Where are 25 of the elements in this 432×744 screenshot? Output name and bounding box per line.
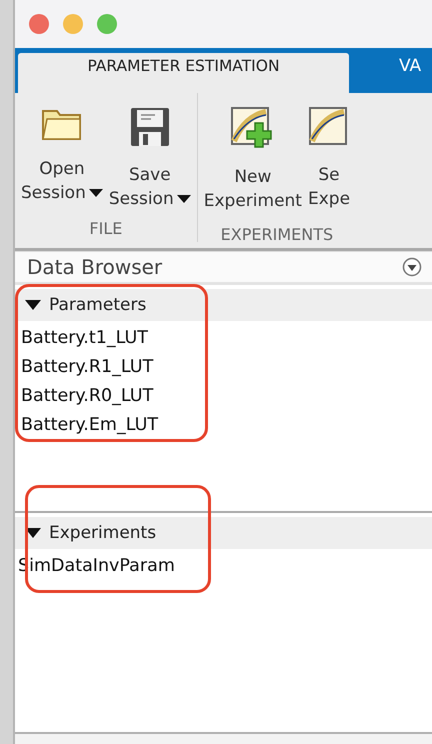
section-header[interactable]: Parameters xyxy=(15,289,432,321)
tab[interactable]: VA xyxy=(349,53,422,93)
plot-add-icon xyxy=(230,107,275,149)
folder-icon xyxy=(40,107,83,141)
close-button[interactable] xyxy=(29,14,49,34)
group-label: FILE xyxy=(89,219,122,240)
list-item[interactable]: Battery.R0_LUT xyxy=(21,385,432,408)
toolbar-button[interactable]: Open Session xyxy=(21,101,103,219)
toolbar-button[interactable]: Se Expe xyxy=(308,101,350,225)
dropdown-arrow-icon xyxy=(88,189,103,197)
minimize-button[interactable] xyxy=(63,14,83,34)
group-label: EXPERIMENTS xyxy=(220,225,334,246)
toolbar-button[interactable]: Save Session xyxy=(108,101,191,219)
plot-icon xyxy=(309,107,350,147)
toolbar-button[interactable]: New Experiment xyxy=(204,101,302,225)
list-item[interactable]: Battery.Em_LUT xyxy=(21,414,432,437)
list-item[interactable]: Battery.R1_LUT xyxy=(21,356,432,379)
list-item[interactable]: Battery.t1_LUT xyxy=(21,327,432,350)
menu-icon xyxy=(402,257,422,277)
panel-title: Data Browser xyxy=(27,255,162,279)
splitter-bar[interactable] xyxy=(15,732,432,744)
dropdown-arrow-icon xyxy=(176,195,191,203)
section-header[interactable]: Experiments xyxy=(15,517,432,549)
tab[interactable]: PARAMETER ESTIMATION xyxy=(18,53,349,93)
zoom-button[interactable] xyxy=(97,14,117,34)
